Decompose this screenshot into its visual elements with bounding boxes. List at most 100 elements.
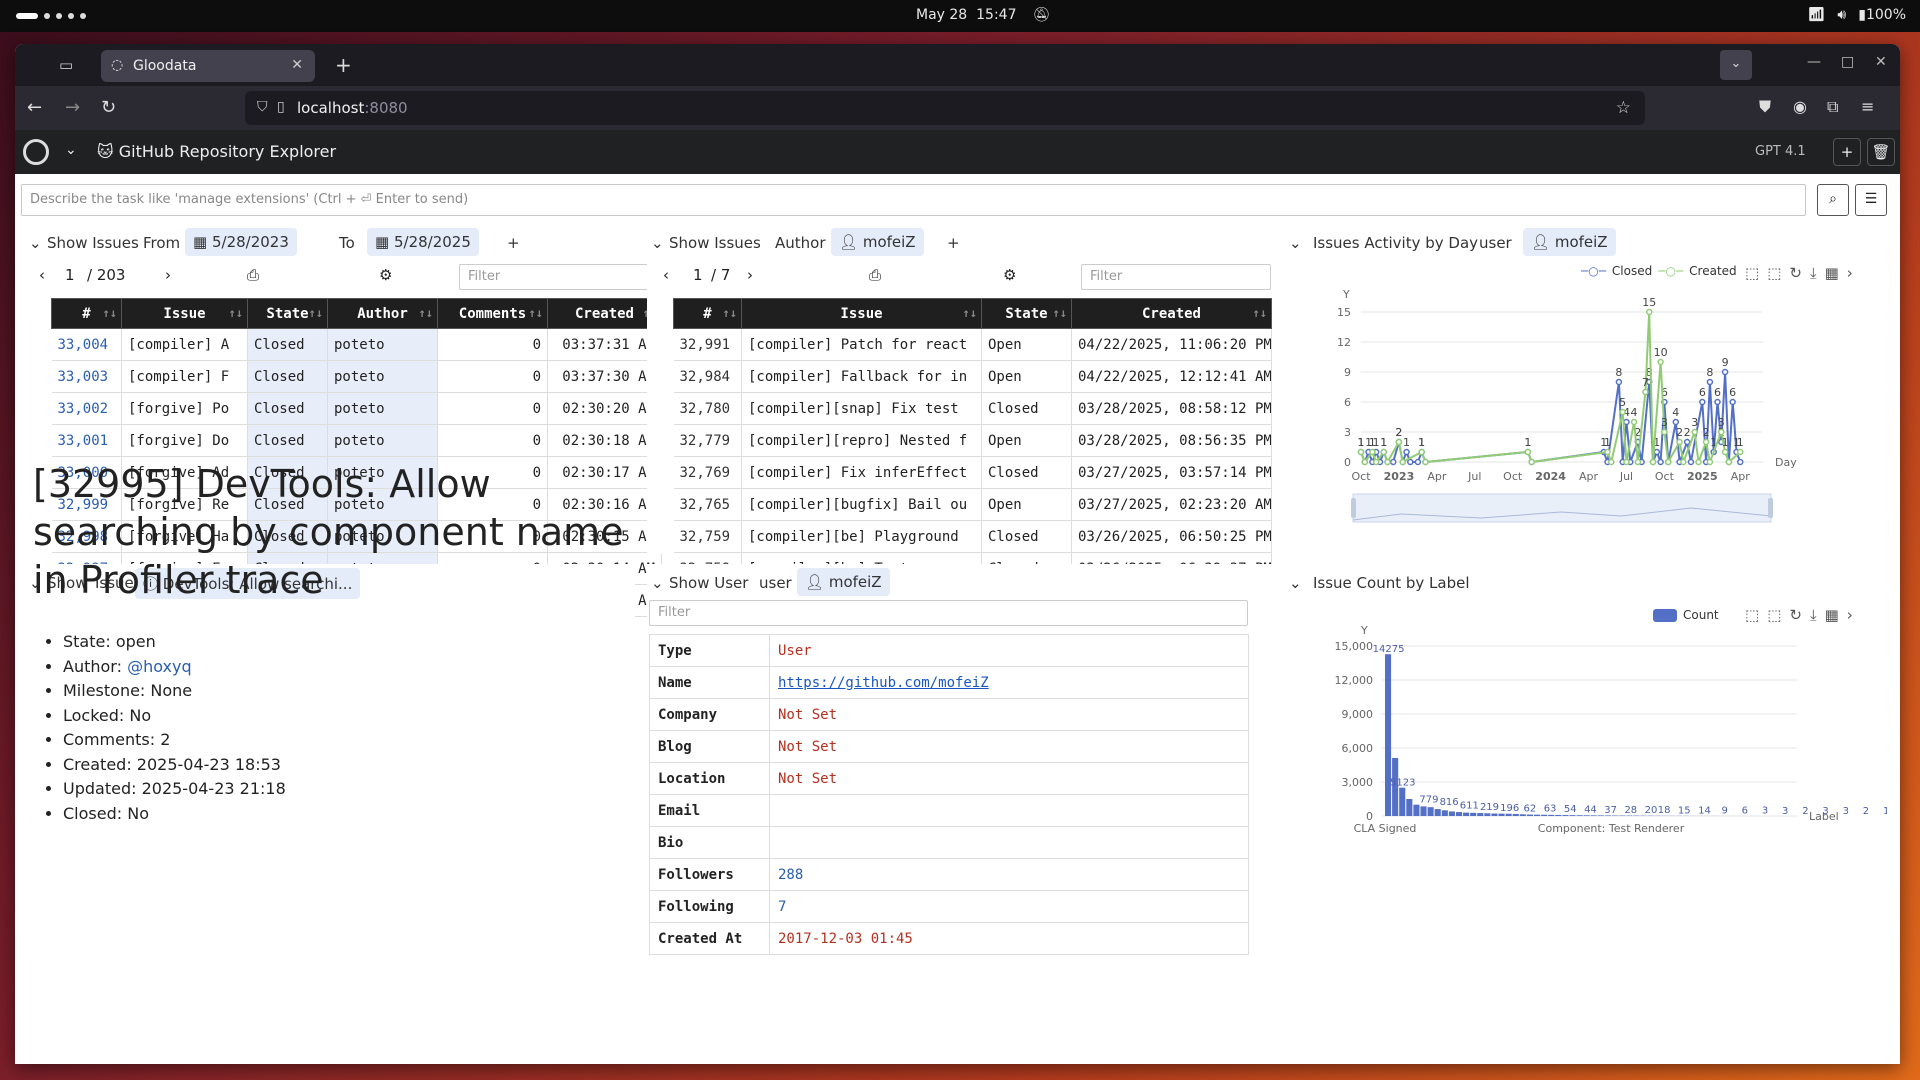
data-point[interactable]: [1635, 460, 1640, 465]
bar[interactable]: [1555, 815, 1561, 816]
system-clock[interactable]: May 28 15:47🔕︎: [916, 7, 1050, 23]
data-point[interactable]: [1385, 460, 1390, 465]
author-chip[interactable]: 👤︎ mofeiZ: [831, 228, 924, 256]
table-row[interactable]: 32,780[compiler][snap] Fix testClosed03/…: [674, 393, 1272, 425]
bar[interactable]: [1562, 815, 1568, 816]
data-view-icon[interactable]: ▦: [1825, 606, 1839, 624]
forward-icon[interactable]: →: [65, 97, 80, 118]
data-point[interactable]: [1525, 450, 1530, 455]
data-point[interactable]: [1688, 460, 1693, 465]
column-header[interactable]: #↑↓: [52, 299, 122, 329]
table-row[interactable]: 33,002[forgive] PoClosedpoteto002:30:20 …: [52, 393, 662, 425]
from-date-chip[interactable]: ▦ 5/28/2023: [185, 228, 297, 256]
data-point[interactable]: [1381, 450, 1386, 455]
data-point[interactable]: [1654, 450, 1659, 455]
download-icon[interactable]: ⤓: [1810, 606, 1817, 624]
data-point[interactable]: [1408, 460, 1413, 465]
bar[interactable]: [1527, 815, 1533, 816]
chevron-down-icon[interactable]: ⌄: [65, 142, 77, 158]
prev-page-icon[interactable]: ‹: [663, 266, 669, 284]
filter-input[interactable]: Filter: [459, 264, 649, 290]
close-tab-icon[interactable]: ✕: [291, 57, 303, 73]
table-row[interactable]: 32,991[compiler] Patch for reactOpen04/2…: [674, 329, 1272, 361]
new-tab-icon[interactable]: +: [335, 53, 352, 77]
sort-icon[interactable]: ↑↓: [103, 306, 117, 320]
add-icon[interactable]: +: [507, 234, 520, 252]
bar[interactable]: [1413, 805, 1419, 816]
table-row[interactable]: 32,984[compiler] Fallback for inOpen04/2…: [674, 361, 1272, 393]
back-icon[interactable]: ←: [27, 97, 42, 118]
sort-icon[interactable]: ↑↓: [1253, 306, 1267, 320]
bar[interactable]: [1399, 788, 1405, 816]
data-point[interactable]: [1643, 390, 1648, 395]
bar[interactable]: [1598, 815, 1604, 816]
data-point[interactable]: [1726, 460, 1731, 465]
data-point[interactable]: [1681, 460, 1686, 465]
list-all-tabs-icon[interactable]: ⌄: [1720, 50, 1752, 80]
legend-count-swatch[interactable]: [1653, 609, 1677, 622]
data-point[interactable]: [1396, 440, 1401, 445]
extensions-icon[interactable]: ⧉: [1827, 97, 1838, 117]
bar[interactable]: [1442, 810, 1448, 816]
data-point[interactable]: [1419, 450, 1424, 455]
bar[interactable]: [1569, 815, 1575, 816]
data-point[interactable]: [1707, 460, 1712, 465]
data-point[interactable]: [1700, 400, 1705, 405]
chevron-right-icon[interactable]: ›: [1847, 606, 1853, 624]
bar[interactable]: [1456, 812, 1462, 816]
data-point[interactable]: [1738, 460, 1743, 465]
author-link[interactable]: @hoxyq: [127, 657, 192, 676]
sort-icon[interactable]: ↑↓: [309, 306, 323, 320]
bar[interactable]: [1506, 814, 1512, 816]
data-point[interactable]: [1624, 460, 1629, 465]
account-icon[interactable]: ◉: [1793, 97, 1807, 116]
zoom-handle-left[interactable]: [1351, 498, 1356, 518]
column-header[interactable]: Created↑↓: [1072, 299, 1272, 329]
restore-icon[interactable]: ↻: [1789, 606, 1802, 624]
column-header[interactable]: #↑↓: [674, 299, 742, 329]
data-point[interactable]: [1632, 420, 1637, 425]
bar[interactable]: [1513, 814, 1519, 816]
bar[interactable]: [1470, 813, 1476, 816]
data-point[interactable]: [1529, 460, 1534, 465]
maximize-icon[interactable]: □: [1841, 54, 1854, 70]
data-point[interactable]: [1624, 420, 1629, 425]
data-point[interactable]: [1677, 440, 1682, 445]
export-icon[interactable]: ⎙: [869, 266, 881, 284]
next-page-icon[interactable]: ›: [747, 266, 753, 284]
data-point[interactable]: [1605, 450, 1610, 455]
close-window-icon[interactable]: ✕: [1875, 54, 1887, 70]
table-row[interactable]: 32,769[compiler] Fix inferEffectClosed03…: [674, 457, 1272, 489]
data-point[interactable]: [1715, 400, 1720, 405]
zoom-reset-icon[interactable]: ⬚: [1767, 606, 1781, 624]
page-number[interactable]: 1: [65, 266, 75, 284]
collapse-chevron-icon[interactable]: ⌄: [651, 234, 664, 252]
data-point[interactable]: [1666, 460, 1671, 465]
bar[interactable]: [1385, 654, 1391, 816]
task-input[interactable]: Describe the task like 'manage extension…: [21, 184, 1806, 216]
data-point[interactable]: [1400, 460, 1405, 465]
activity-chart[interactable]: Y03691215Oct2023AprJulOct2024AprJulOct20…: [1277, 264, 1887, 554]
workspace-indicator[interactable]: [16, 13, 86, 19]
data-point[interactable]: [1696, 460, 1701, 465]
data-point[interactable]: [1423, 460, 1428, 465]
collapse-chevron-icon[interactable]: ⌄: [651, 574, 664, 592]
table-row[interactable]: 33,003[compiler] FClosedpoteto003:37:30 …: [52, 361, 662, 393]
bar[interactable]: [1477, 813, 1483, 816]
bar[interactable]: [1435, 809, 1441, 816]
data-point[interactable]: [1374, 460, 1379, 465]
data-point[interactable]: [1362, 460, 1367, 465]
data-point[interactable]: [1391, 460, 1396, 465]
field-value[interactable]: https://github.com/mofeiZ: [770, 667, 1249, 699]
sort-icon[interactable]: ↑↓: [229, 306, 243, 320]
app-logo-icon[interactable]: [23, 139, 49, 165]
data-point[interactable]: [1404, 450, 1409, 455]
collapse-chevron-icon[interactable]: ⌄: [29, 234, 42, 252]
bar[interactable]: [1449, 811, 1455, 816]
bar[interactable]: [1463, 813, 1469, 816]
data-point[interactable]: [1609, 460, 1614, 465]
sort-icon[interactable]: ↑↓: [963, 306, 977, 320]
data-zoom-slider[interactable]: [1353, 494, 1771, 522]
next-page-icon[interactable]: ›: [165, 266, 171, 284]
data-point[interactable]: [1658, 360, 1663, 365]
